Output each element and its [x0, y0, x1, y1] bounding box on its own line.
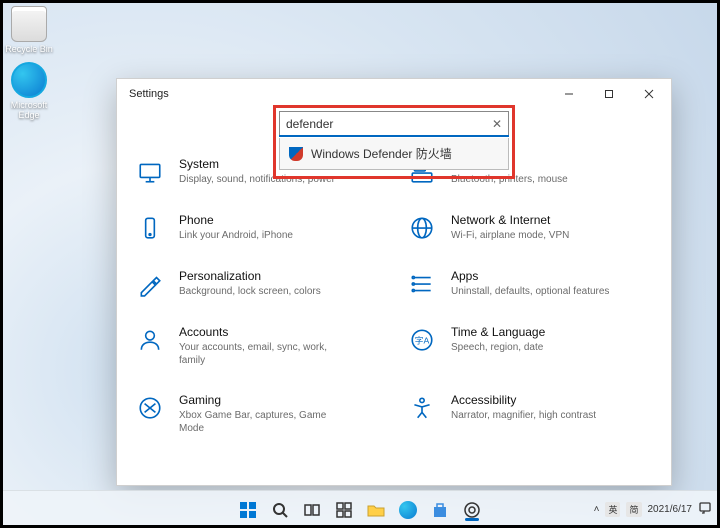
- widgets-button[interactable]: [331, 497, 357, 523]
- system-icon: [135, 157, 165, 187]
- svg-text:字A: 字A: [415, 334, 430, 345]
- notifications-icon[interactable]: [698, 501, 712, 518]
- category-gaming[interactable]: Gaming Xbox Game Bar, captures, Game Mode: [135, 393, 381, 435]
- category-desc: Speech, region, date: [451, 341, 545, 354]
- category-desc: Narrator, magnifier, high contrast: [451, 409, 596, 422]
- settings-taskbar-button[interactable]: [459, 497, 485, 523]
- category-desc: Xbox Game Bar, captures, Game Mode: [179, 409, 349, 435]
- task-view-button[interactable]: [299, 497, 325, 523]
- phone-icon: [135, 213, 165, 243]
- category-title: Personalization: [179, 269, 321, 283]
- tray-chevron-icon[interactable]: ˄: [594, 504, 600, 515]
- accessibility-icon: [407, 393, 437, 423]
- category-desc: Link your Android, iPhone: [179, 229, 293, 242]
- explorer-button[interactable]: [363, 497, 389, 523]
- apps-icon: [407, 269, 437, 299]
- category-accounts[interactable]: Accounts Your accounts, email, sync, work…: [135, 325, 381, 367]
- category-phone[interactable]: Phone Link your Android, iPhone: [135, 213, 381, 243]
- accounts-icon: [135, 325, 165, 355]
- window-title: Settings: [129, 88, 169, 100]
- settings-window: Settings ✕ Windows Defender 防火墙 SystemDi…: [116, 78, 672, 486]
- category-time-language[interactable]: 字A Time & Language Speech, region, date: [407, 325, 653, 367]
- suggestion-item[interactable]: Windows Defender 防火墙: [280, 138, 508, 169]
- desktop-icon-edge[interactable]: Microsoft Edge: [4, 62, 54, 120]
- category-desc: Display, sound, notifications, power: [179, 173, 335, 186]
- search-button[interactable]: [267, 497, 293, 523]
- time-language-icon: 字A: [407, 325, 437, 355]
- category-title: Gaming: [179, 393, 349, 407]
- search-suggestions: Windows Defender 防火墙: [279, 138, 509, 170]
- recycle-bin-icon: [11, 6, 47, 42]
- minimize-button[interactable]: [549, 79, 589, 109]
- category-desc: Your accounts, email, sync, work, family: [179, 341, 349, 367]
- close-button[interactable]: [629, 79, 669, 109]
- suggestion-label: Windows Defender 防火墙: [311, 145, 452, 162]
- category-title: Time & Language: [451, 325, 545, 339]
- desktop-icon-label: Recycle Bin: [4, 44, 54, 54]
- clear-icon[interactable]: ✕: [492, 117, 502, 131]
- category-title: Accounts: [179, 325, 349, 339]
- search-input[interactable]: ✕: [279, 111, 509, 137]
- gaming-icon: [135, 393, 165, 423]
- ime-language[interactable]: 英: [605, 502, 620, 517]
- titlebar[interactable]: Settings: [117, 79, 671, 109]
- category-apps[interactable]: Apps Uninstall, defaults, optional featur…: [407, 269, 653, 299]
- category-personalization[interactable]: Personalization Background, lock screen, …: [135, 269, 381, 299]
- category-title: Phone: [179, 213, 293, 227]
- search-field[interactable]: [286, 117, 492, 131]
- category-title: Network & Internet: [451, 213, 569, 227]
- network-icon: [407, 213, 437, 243]
- store-button[interactable]: [427, 497, 453, 523]
- desktop-icon-recycle-bin[interactable]: Recycle Bin: [4, 6, 54, 54]
- edge-button[interactable]: [395, 497, 421, 523]
- taskbar-date[interactable]: 2021/6/17: [648, 504, 693, 515]
- maximize-button[interactable]: [589, 79, 629, 109]
- personalization-icon: [135, 269, 165, 299]
- category-desc: Wi-Fi, airplane mode, VPN: [451, 229, 569, 242]
- edge-icon: [11, 62, 47, 98]
- category-title: Apps: [451, 269, 609, 283]
- category-desc: Uninstall, defaults, optional features: [451, 285, 609, 298]
- category-network[interactable]: Network & Internet Wi-Fi, airplane mode, …: [407, 213, 653, 243]
- category-desc: Background, lock screen, colors: [179, 285, 321, 298]
- shield-icon: [289, 147, 303, 161]
- start-button[interactable]: [235, 497, 261, 523]
- ime-mode[interactable]: 简: [626, 502, 641, 517]
- category-title: Accessibility: [451, 393, 596, 407]
- taskbar: ˄ 英 简 2021/6/17: [0, 490, 720, 528]
- category-accessibility[interactable]: Accessibility Narrator, magnifier, high c…: [407, 393, 653, 435]
- category-desc: Bluetooth, printers, mouse: [451, 173, 568, 186]
- desktop-icon-label: Microsoft Edge: [4, 100, 54, 120]
